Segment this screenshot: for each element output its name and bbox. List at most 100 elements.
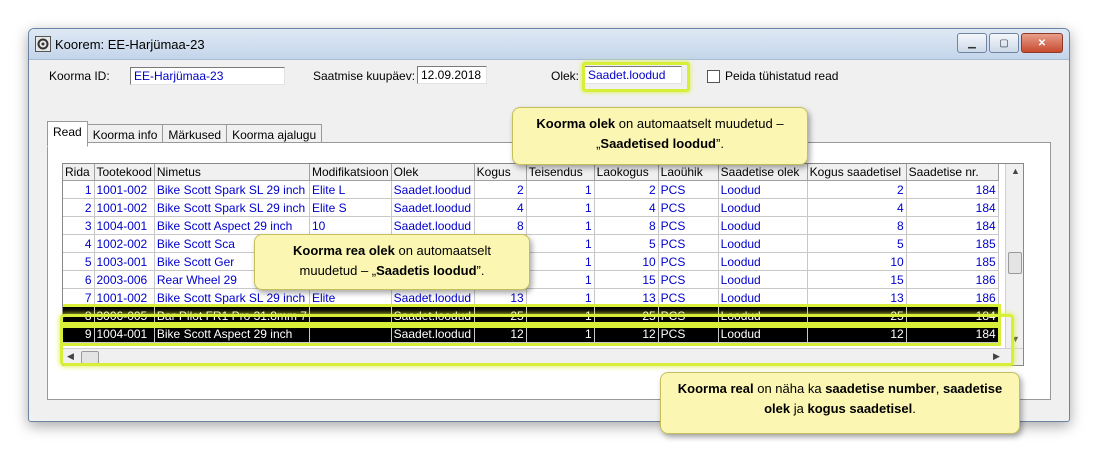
table-cell[interactable]: Elite — [309, 288, 392, 307]
table-cell[interactable]: Loodud — [718, 180, 808, 199]
horizontal-scroll-thumb[interactable] — [81, 351, 99, 364]
table-cell[interactable]: 185 — [906, 234, 999, 253]
table-cell[interactable]: 2003-006 — [94, 270, 155, 289]
column-header[interactable]: Tootekood — [94, 164, 155, 181]
table-cell[interactable]: Elite S — [309, 198, 392, 217]
table-cell[interactable]: 12 — [474, 324, 527, 343]
table-cell[interactable]: 1003-001 — [94, 252, 155, 271]
table-cell[interactable]: 186 — [906, 288, 999, 307]
scroll-up-icon[interactable]: ▲ — [1011, 166, 1020, 176]
table-cell[interactable]: 25 — [474, 306, 527, 325]
maximize-button[interactable]: ▢ — [989, 33, 1019, 53]
table-cell[interactable]: Bike Scott Aspect 29 inch — [154, 216, 310, 235]
column-header[interactable]: Laokogus — [594, 164, 659, 181]
table-cell[interactable]: 1004-001 — [94, 324, 155, 343]
table-cell[interactable]: 8 — [594, 216, 659, 235]
table-cell[interactable]: Saadet.loodud — [391, 306, 475, 325]
table-row[interactable]: 7 1001-002 Bike Scott Spark SL 29 inch Elit… — [63, 288, 999, 307]
table-row[interactable]: 1 1001-002 Bike Scott Spark SL 29 inch Elit… — [63, 180, 999, 199]
table-cell[interactable]: 1 — [526, 180, 595, 199]
table-cell[interactable]: Loodud — [718, 306, 808, 325]
table-cell[interactable]: Saadet.loodud — [391, 288, 475, 307]
table-cell[interactable]: 1 — [526, 324, 595, 343]
table-cell[interactable]: PCS — [658, 234, 719, 253]
table-cell[interactable]: 2 — [594, 180, 659, 199]
send-date-field[interactable]: 12.09.2018 — [417, 66, 487, 84]
table-cell[interactable]: 12 — [807, 324, 907, 343]
table-cell[interactable]: Loodud — [718, 270, 808, 289]
table-cell[interactable]: 5 — [594, 234, 659, 253]
table-cell[interactable]: Bike Scott Spark SL 29 inch — [154, 180, 310, 199]
table-cell[interactable]: 10 — [807, 252, 907, 271]
hide-cancelled-checkbox[interactable] — [707, 70, 720, 83]
table-cell[interactable]: PCS — [658, 270, 719, 289]
table-cell[interactable]: 3006-005 — [94, 306, 155, 325]
column-header[interactable]: Nimetus — [154, 164, 310, 181]
table-cell[interactable]: 7 — [63, 288, 95, 307]
table-cell[interactable]: Loodud — [718, 324, 808, 343]
table-row[interactable]: 6 2003-006 Rear Wheel 29 1 15 PCS Loodud 15 186 — [63, 270, 999, 289]
vertical-scrollbar[interactable]: ▲ ▼ — [1005, 164, 1023, 348]
table-cell[interactable]: 10 — [309, 216, 392, 235]
minimize-button[interactable]: ▁ — [957, 33, 987, 53]
table-cell[interactable]: 1 — [526, 198, 595, 217]
scroll-left-icon[interactable]: ◀ — [67, 351, 74, 362]
table-cell[interactable]: 1002-002 — [94, 234, 155, 253]
table-cell[interactable]: PCS — [658, 180, 719, 199]
table-cell[interactable]: 6 — [63, 270, 95, 289]
table-cell[interactable]: PCS — [658, 216, 719, 235]
table-cell[interactable]: 25 — [807, 306, 907, 325]
table-cell[interactable]: 13 — [807, 288, 907, 307]
table-cell[interactable]: Saadet.loodud — [391, 216, 475, 235]
table-row[interactable]: 5 1003-001 Bike Scott Ger 1 10 PCS Loodud 10 185 — [63, 252, 999, 271]
table-cell[interactable]: 184 — [906, 216, 999, 235]
table-cell[interactable]: 4 — [474, 198, 527, 217]
column-header[interactable]: Kogus — [474, 164, 527, 181]
table-cell[interactable]: 1001-002 — [94, 180, 155, 199]
table-cell[interactable]: 1 — [526, 270, 595, 289]
table-cell[interactable]: Saadet.loodud — [391, 324, 475, 343]
table-cell[interactable]: Saadet.loodud — [391, 198, 475, 217]
table-cell[interactable]: 2 — [63, 198, 95, 217]
table-row[interactable]: 3 1004-001 Bike Scott Aspect 29 inch 10 Saad… — [63, 216, 999, 235]
table-cell[interactable]: 13 — [474, 288, 527, 307]
table-cell[interactable]: 13 — [594, 288, 659, 307]
table-cell[interactable]: 1001-002 — [94, 198, 155, 217]
table-cell[interactable]: 1 — [63, 180, 95, 199]
table-cell[interactable]: Loodud — [718, 234, 808, 253]
table-cell[interactable]: 9 — [63, 324, 95, 343]
table-cell[interactable]: 1 — [526, 216, 595, 235]
table-cell[interactable]: 8 — [807, 216, 907, 235]
table-cell[interactable]: Bar Pilot FR1 Pro 31.8mm 7 — [154, 306, 310, 325]
table-cell[interactable]: 184 — [906, 180, 999, 199]
table-cell[interactable]: 184 — [906, 324, 999, 343]
load-id-field[interactable]: EE-Harjümaa-23 — [130, 67, 285, 85]
table-cell[interactable]: 2 — [807, 180, 907, 199]
table-cell[interactable]: 2 — [474, 180, 527, 199]
table-cell[interactable]: Bike Scott Spark SL 29 inch — [154, 198, 310, 217]
table-cell[interactable]: Saadet.loodud — [391, 180, 475, 199]
column-header[interactable]: Olek — [391, 164, 475, 181]
table-cell[interactable]: 15 — [807, 270, 907, 289]
table-cell[interactable]: 1001-002 — [94, 288, 155, 307]
close-button[interactable]: ✕ — [1021, 33, 1063, 53]
table-cell[interactable]: 4 — [807, 198, 907, 217]
horizontal-scrollbar[interactable]: ◀ ▶ — [63, 348, 1023, 365]
table-cell[interactable]: 184 — [906, 198, 999, 217]
table-cell[interactable]: 1 — [526, 234, 595, 253]
table-cell[interactable]: Loodud — [718, 198, 808, 217]
table-cell[interactable]: 10 — [594, 252, 659, 271]
table-cell[interactable]: Elite L — [309, 180, 392, 199]
table-cell[interactable]: Bike Scott Aspect 29 inch — [154, 324, 310, 343]
table-cell[interactable]: 12 — [594, 324, 659, 343]
table-row[interactable]: 2 1001-002 Bike Scott Spark SL 29 inch Elit… — [63, 198, 999, 217]
table-cell[interactable]: 1 — [526, 252, 595, 271]
table-cell[interactable]: 5 — [63, 252, 95, 271]
table-cell[interactable] — [309, 324, 392, 343]
column-header[interactable]: Modifikatsioon — [309, 164, 392, 181]
table-cell[interactable]: 8 — [63, 306, 95, 325]
title-bar[interactable]: Koorem: EE-Harjümaa-23 ▁ ▢ ✕ — [29, 29, 1069, 60]
table-cell[interactable]: 1 — [526, 288, 595, 307]
scroll-down-icon[interactable]: ▼ — [1011, 334, 1020, 344]
column-header[interactable]: Saadetise olek — [718, 164, 808, 181]
